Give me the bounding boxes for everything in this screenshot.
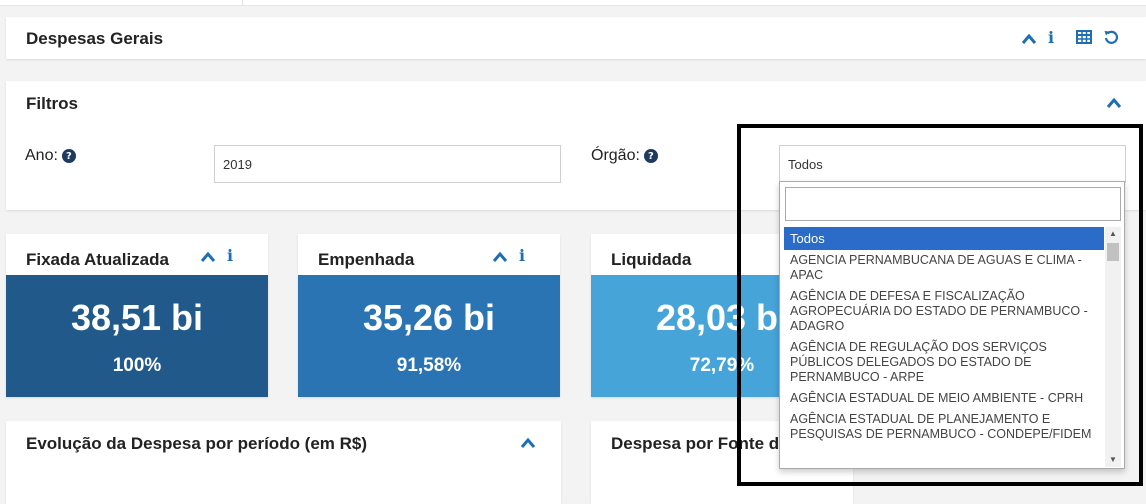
- info-icon[interactable]: i: [225, 248, 235, 264]
- filtros-title: Filtros: [26, 94, 78, 113]
- fonte-title: Despesa por Fonte d: [611, 434, 780, 453]
- dropdown-option[interactable]: AGÊNCIA DE REGULAÇÃO DOS SERVIÇOS PÚBLIC…: [784, 337, 1104, 388]
- kpi-card-fixada: Fixada Atualizada i 38,51 bi 100%: [6, 234, 268, 397]
- table-icon[interactable]: [1076, 30, 1092, 44]
- chevron-up-icon[interactable]: [199, 250, 217, 264]
- reset-icon[interactable]: [1103, 29, 1119, 45]
- info-icon[interactable]: i: [1046, 30, 1056, 46]
- dropdown-option[interactable]: AGÊNCIA DE DEFESA E FISCALIZAÇÃO AGROPEC…: [784, 286, 1104, 337]
- scroll-down-icon[interactable]: ▼: [1105, 453, 1121, 467]
- kpi-percent: 100%: [112, 355, 162, 376]
- dropdown-search-input[interactable]: [785, 187, 1121, 221]
- page-title: Despesas Gerais: [26, 29, 164, 48]
- chevron-up-icon[interactable]: [491, 250, 509, 264]
- kpi-title: Empenhada: [318, 250, 415, 269]
- top-bar: [0, 0, 1146, 6]
- ano-label: Ano: ?: [25, 147, 76, 165]
- kpi-value-box: 35,26 bi 91,58%: [298, 275, 560, 397]
- help-icon[interactable]: ?: [61, 149, 76, 163]
- ano-value: 2019: [223, 156, 252, 172]
- dropdown-option[interactable]: Todos: [784, 227, 1104, 250]
- orgao-select[interactable]: Todos: [779, 145, 1126, 183]
- ano-input[interactable]: 2019: [214, 145, 561, 183]
- scrollbar-thumb[interactable]: [1107, 243, 1119, 261]
- kpi-value: 38,51 bi: [70, 297, 204, 338]
- help-icon[interactable]: ?: [643, 149, 658, 163]
- top-bar-separator: [242, 0, 243, 6]
- evolucao-panel: Evolução da Despesa por período (em R$): [6, 421, 561, 504]
- info-icon[interactable]: i: [517, 248, 527, 264]
- orgao-dropdown: Todos AGENCIA PERNAMBUCANA DE AGUAS E CL…: [779, 181, 1125, 469]
- kpi-title: Fixada Atualizada: [26, 250, 169, 269]
- dropdown-scrollbar[interactable]: ▲ ▼: [1105, 227, 1121, 467]
- kpi-percent: 91,58%: [396, 355, 462, 376]
- dropdown-option[interactable]: AGÊNCIA ESTADUAL DE PLANEJAMENTO E PESQU…: [784, 409, 1104, 445]
- ano-label-text: Ano:: [25, 147, 58, 164]
- kpi-value-box: 38,51 bi 100%: [6, 275, 268, 397]
- chevron-up-icon[interactable]: [1105, 96, 1123, 110]
- kpi-title: Liquidada: [611, 250, 692, 269]
- orgao-label-text: Órgão:: [591, 147, 640, 164]
- dropdown-option[interactable]: AGÊNCIA ESTADUAL DE MEIO AMBIENTE - CPRH: [784, 388, 1104, 409]
- orgao-label: Órgão: ?: [591, 147, 658, 165]
- scroll-up-icon[interactable]: ▲: [1105, 227, 1121, 241]
- despesas-gerais-panel: Despesas Gerais i: [6, 17, 1146, 59]
- evolucao-title: Evolução da Despesa por período (em R$): [26, 434, 368, 453]
- orgao-selected-value: Todos: [788, 156, 823, 172]
- kpi-value: 35,26 bi: [362, 297, 496, 338]
- dropdown-option[interactable]: AGENCIA PERNAMBUCANA DE AGUAS E CLIMA - …: [784, 250, 1104, 286]
- dropdown-options-list: Todos AGENCIA PERNAMBUCANA DE AGUAS E CL…: [784, 227, 1104, 467]
- chevron-up-icon[interactable]: [1020, 32, 1038, 46]
- kpi-card-empenhada: Empenhada i 35,26 bi 91,58%: [298, 234, 560, 397]
- chevron-up-icon[interactable]: [519, 436, 537, 450]
